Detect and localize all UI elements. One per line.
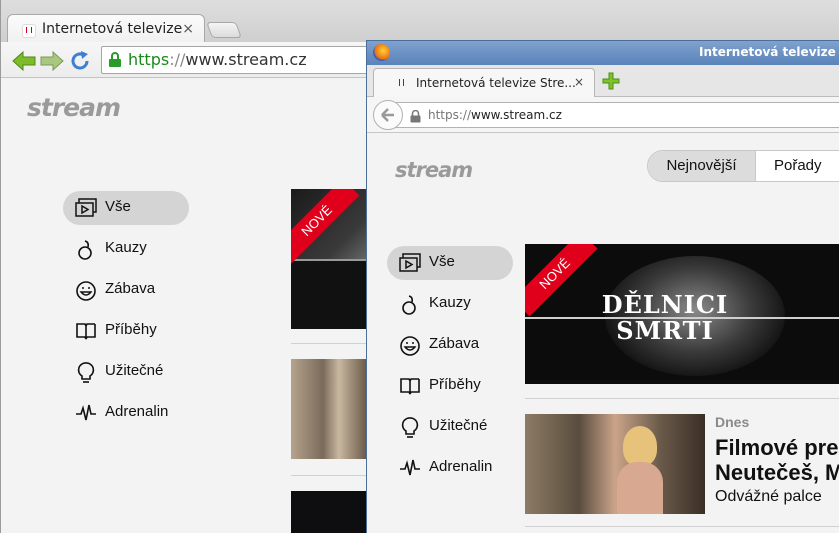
article-thumbnail[interactable] (525, 414, 705, 514)
feature-title-line-1: DĚLNICI (601, 290, 729, 319)
smiley-icon (399, 335, 421, 356)
bulb-icon (399, 417, 421, 438)
secure-lock-icon (108, 52, 122, 72)
back-arrow-icon (381, 108, 394, 122)
feature-title-line-2: SMRTI (616, 316, 714, 345)
menu-item-uzitecne[interactable]: Užitečné (387, 410, 513, 444)
front-page-content: stream Nejnovější Pořady Vše Kauzy Zábav… (367, 134, 839, 533)
stream-favicon-icon (22, 24, 36, 38)
stream-logo[interactable]: stream (395, 158, 473, 182)
divider (525, 526, 839, 527)
url-host: www.stream.cz (185, 50, 307, 69)
forward-arrow-icon[interactable] (39, 51, 65, 71)
back-tab-stream[interactable]: Internetová televize × (7, 14, 205, 44)
back-article-thumbnail[interactable] (291, 359, 371, 459)
new-tab-plus-icon[interactable] (601, 71, 621, 91)
video-icon (399, 253, 421, 273)
menu-label: Příběhy (429, 376, 481, 393)
article-image-body (617, 462, 663, 514)
divider (525, 398, 839, 399)
menu-label: Užitečné (105, 362, 164, 379)
front-title-bar[interactable]: Internetová televize S (367, 41, 839, 65)
menu-item-vse[interactable]: Vše (387, 246, 513, 280)
menu-item-kauzy[interactable]: Kauzy (387, 287, 513, 321)
video-icon (75, 198, 97, 218)
stream-logo[interactable]: stream (27, 93, 121, 122)
back-arrow-icon[interactable] (11, 51, 37, 71)
desktop: Internetová televize × https://www.strea… (0, 0, 839, 533)
menu-label: Adrenalin (429, 458, 493, 475)
menu-item-pribehy[interactable]: Příběhy (387, 369, 513, 403)
menu-label: Adrenalin (105, 403, 169, 420)
bomb-icon (75, 239, 97, 260)
menu-item-uzitecne[interactable]: Užitečné (63, 355, 189, 389)
menu-label: Kauzy (105, 239, 147, 256)
feature-title: DĚLNICI SMRTI (585, 292, 745, 344)
lock-icon (410, 108, 421, 127)
menu-label: Vše (429, 253, 455, 270)
smiley-icon (75, 280, 97, 301)
stream-favicon-icon (396, 78, 406, 88)
back-button[interactable] (373, 100, 403, 130)
menu-label: Užitečné (429, 417, 488, 434)
back-tab-close-icon[interactable]: × (182, 21, 194, 37)
menu-item-zabava[interactable]: Zábava (63, 273, 189, 307)
book-icon (75, 321, 97, 341)
pulse-icon (399, 458, 421, 478)
front-tab-close-icon[interactable]: × (574, 75, 584, 89)
article-date: Dnes (715, 414, 750, 430)
article-title-line-2: Neutečeš, M (715, 460, 839, 485)
menu-item-pribehy[interactable]: Příběhy (63, 314, 189, 348)
front-address-bar[interactable]: https://www.stream.cz (393, 102, 839, 128)
menu-label: Příběhy (105, 321, 157, 338)
tab-nejnovejsi[interactable]: Nejnovější (648, 151, 756, 181)
menu-label: Zábava (105, 280, 156, 297)
book-icon (399, 376, 421, 396)
menu-item-zabava[interactable]: Zábava (387, 328, 513, 362)
menu-label: Zábava (429, 335, 480, 352)
bomb-icon (399, 294, 421, 315)
back-tab-strip: Internetová televize × (1, 0, 839, 44)
url-separator: :// (169, 50, 186, 69)
article-image-figure (623, 426, 657, 466)
article-show-name[interactable]: Odvážné palce (715, 488, 822, 506)
divider (291, 475, 371, 476)
menu-item-kauzy[interactable]: Kauzy (63, 232, 189, 266)
bulb-icon (75, 362, 97, 383)
thumbnail-line (291, 259, 371, 261)
back-tab-title: Internetová televize (42, 21, 183, 37)
back-feature-thumbnail[interactable]: NOVÉ (291, 189, 371, 329)
menu-item-adrenalin[interactable]: Adrenalin (387, 451, 513, 485)
pulse-icon (75, 403, 97, 423)
front-tab-stream[interactable]: Internetová televize Stre... × (373, 68, 595, 97)
article-title[interactable]: Filmové pre Neutečeš, M (715, 435, 839, 485)
article-title-line-1: Filmové pre (715, 435, 839, 460)
back-url-text: https://www.stream.cz (128, 50, 307, 69)
window-title: Internetová televize S (699, 45, 839, 59)
url-host: www.stream.cz (471, 108, 562, 122)
url-scheme: https:// (428, 108, 472, 122)
reload-icon[interactable] (69, 50, 95, 70)
menu-item-adrenalin[interactable]: Adrenalin (63, 396, 189, 430)
menu-label: Kauzy (429, 294, 471, 311)
front-url-text: https://www.stream.cz (428, 108, 562, 122)
menu-item-vse[interactable]: Vše (63, 191, 189, 225)
front-browser-window: Internetová televize S Internetová telev… (366, 40, 839, 533)
menu-label: Vše (105, 198, 131, 215)
front-tab-bar: Internetová televize Stre... × (367, 65, 839, 97)
url-scheme: https (128, 50, 170, 69)
back-article-thumbnail-2[interactable] (291, 491, 371, 533)
front-tab-title: Internetová televize Stre... (416, 76, 576, 90)
divider (291, 343, 371, 344)
front-nav-bar: https://www.stream.cz (367, 97, 839, 133)
back-new-tab-button[interactable] (206, 22, 242, 38)
firefox-icon (373, 44, 390, 61)
feature-video-card[interactable]: DĚLNICI SMRTI NOVÉ (525, 244, 839, 384)
tab-porady[interactable]: Pořady (774, 151, 822, 181)
top-navigation: Nejnovější Pořady (647, 150, 839, 182)
